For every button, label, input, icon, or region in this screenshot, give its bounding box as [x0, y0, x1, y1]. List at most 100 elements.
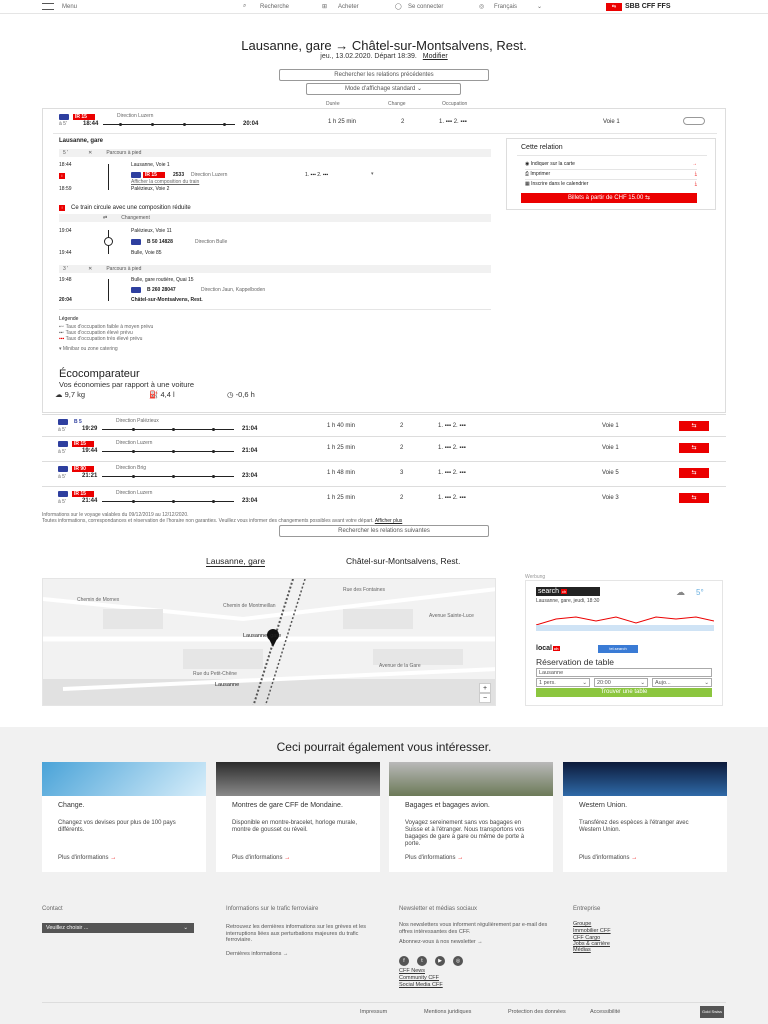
zoom-in-button[interactable]: +	[479, 683, 491, 693]
show-on-map-link[interactable]: ◉ Indiquer sur la carte →	[525, 161, 697, 167]
zoom-out-button[interactable]: −	[479, 693, 491, 703]
composition-notice: Ce train circule avec une composition ré…	[71, 205, 191, 211]
timeline-dot	[172, 450, 175, 453]
accessibility-link[interactable]: Accessibilité	[590, 1009, 620, 1016]
leg3-dep-time: 19:48	[59, 277, 72, 283]
traffic-text: Retrouvez les dernières informations sur…	[226, 924, 367, 943]
chevron-down-icon[interactable]: ▾	[371, 171, 374, 177]
more-info-link[interactable]: Plus d'informations →	[232, 855, 290, 861]
duration: 1 h 40 min	[327, 423, 356, 429]
modify-link[interactable]: Modifier	[423, 53, 448, 60]
top-navigation: Menu ⌕ Recherche ⊞ Acheter ◯ Se connecte…	[0, 0, 768, 14]
teaser-desc: Voyagez sereinement sans vos bagages en …	[405, 820, 525, 847]
arrow-right-icon: →	[110, 855, 117, 861]
login-link[interactable]: Se connecter	[408, 4, 443, 10]
local-logo: local ch	[536, 645, 560, 652]
connection-row[interactable]: IR 90 Direction Brig à 5' 21:21 23:04 1 h 48 …	[42, 461, 726, 485]
local-badge: ch	[552, 646, 560, 651]
group-link[interactable]: Groupe	[573, 921, 591, 927]
date-select[interactable]: Aujo... ⌄	[652, 678, 712, 687]
hour-value: 20:00	[597, 680, 611, 686]
teaser-card[interactable]: Montres de gare CFF de Mondaine. Disponib…	[216, 762, 380, 872]
changes: 2	[400, 423, 404, 429]
legend-title: Légende	[59, 316, 79, 322]
persons-select[interactable]: 1 pers. ⌄	[536, 678, 590, 687]
more-info-link[interactable]: Plus d'informations →	[579, 855, 637, 861]
news-link[interactable]: CFF News	[399, 968, 425, 974]
show-more-link[interactable]: Afficher plus	[375, 518, 402, 524]
occupancy: 1. ▪▪▪ 2. ▪▪▪	[439, 119, 467, 125]
newsletter-text: Nos newsletters vous informent régulière…	[399, 922, 548, 935]
ch-badge: ch	[560, 589, 568, 594]
cart-icon: ⊞	[322, 4, 328, 10]
teaser-card[interactable]: Bagages et bagages avion. Voyagez sereine…	[389, 762, 553, 872]
map[interactable]: Lausanne, gare Lausanne Chemin de Mornex…	[42, 578, 496, 706]
leg1-occupancy: 1. ▪▪▪ 2. ▪▪▪	[305, 172, 329, 178]
ticket-button[interactable]: ⇆	[679, 493, 709, 503]
ticket-button[interactable]: ⇆	[679, 421, 709, 431]
connection-row[interactable]: IR 15 Direction Luzern à 5' 21:44 23:04 1 h 2…	[42, 486, 726, 510]
teaser-card[interactable]: Western Union. Transférez des espèces à l…	[563, 762, 727, 872]
buy-link[interactable]: Acheter	[338, 4, 359, 10]
departure-time: 19:44	[82, 448, 98, 454]
twitter-icon[interactable]: t	[417, 956, 427, 966]
connection-row[interactable]: IR 15 Direction Luzern à 5' 19:44 21:04 1 h 2…	[42, 436, 726, 460]
co2-value: ☁ 9,7 kg	[55, 390, 85, 399]
hour-select[interactable]: 20:00 ⌄	[594, 678, 648, 687]
newsletter-link[interactable]: Abonnez-vous à nos newsletter →	[399, 939, 489, 946]
more-info-link[interactable]: Plus d'informations →	[58, 855, 116, 861]
previous-connections-button[interactable]: Rechercher les relations précédentes	[279, 69, 489, 81]
bus-icon	[131, 239, 141, 245]
walk-abbr: à 5'	[59, 121, 67, 127]
eco-title: Écocomparateur	[59, 368, 140, 380]
social-media-link[interactable]: Social Media CFF	[399, 982, 443, 988]
contact-select[interactable]: Veuillez choisir ... ⌄	[42, 923, 194, 933]
impressum-link[interactable]: Impressum	[360, 1009, 387, 1016]
teaser-desc: Changez vos devises pour plus de 100 pay…	[58, 820, 176, 833]
traffic-heading: Informations sur le trafic ferroviaire	[226, 906, 319, 912]
train-badge: B 5	[74, 419, 82, 425]
display-mode-select[interactable]: Mode d'affichage standard ⌄	[306, 83, 461, 95]
fuel-icon: ⛽	[149, 390, 161, 399]
tickets-button[interactable]: Billets à partir de CHF 15.00 ⇆	[521, 193, 697, 203]
media-link[interactable]: Médias	[573, 947, 591, 953]
more-info-label: Plus d'informations	[58, 855, 109, 861]
ticket-button[interactable]: ⇆	[679, 468, 709, 478]
youtube-icon[interactable]: ▶	[435, 956, 445, 966]
next-connections-button[interactable]: Rechercher les relations suivantes	[279, 525, 489, 537]
traffic-link[interactable]: Dernières informations →	[226, 951, 288, 958]
traffic-link-label: Dernières informations	[226, 951, 282, 957]
company-heading: Entreprise	[573, 906, 601, 912]
language-select[interactable]: Français	[494, 4, 517, 10]
origin-station: Lausanne, gare	[59, 138, 104, 144]
arrow-right-icon: →	[692, 161, 697, 167]
connection-row[interactable]: B 5 Direction Palézieux à 5' 19:29 21:04 1 h …	[42, 414, 726, 438]
composition-link[interactable]: Afficher la composition du train	[131, 179, 199, 185]
real-estate-link[interactable]: Immobilier CFF	[573, 928, 611, 934]
occupancy: 1. ▪▪▪ 2. ▪▪▪	[438, 423, 466, 429]
direction: Direction Luzern	[116, 440, 153, 446]
instagram-icon[interactable]: ◎	[453, 956, 463, 966]
column-changes: Change	[388, 101, 406, 107]
timeline-dot	[212, 450, 215, 453]
print-link[interactable]: ⎙ Imprimer ⤓	[525, 171, 697, 177]
legal-link[interactable]: Mentions juridiques	[424, 1009, 471, 1016]
teaser-card[interactable]: Change. Changez vos devises pour plus de …	[42, 762, 206, 872]
facebook-icon[interactable]: f	[399, 956, 409, 966]
menu-link[interactable]: Menu	[62, 4, 77, 10]
location-input[interactable]: Lausanne	[536, 668, 712, 677]
ticket-button[interactable]: ⇆	[679, 443, 709, 453]
more-info-link[interactable]: Plus d'informations →	[405, 855, 463, 861]
info-disclaimer: Toutes informations, correspondances et …	[42, 518, 402, 524]
arrow-right-icon: →	[284, 855, 291, 861]
temperature: 5°	[696, 588, 704, 597]
collapse-button[interactable]	[683, 117, 705, 125]
community-link[interactable]: Community CFF	[399, 975, 439, 981]
train-badge: IR 15	[72, 441, 94, 447]
search-link[interactable]: Recherche	[260, 4, 289, 10]
privacy-link[interactable]: Protection des données	[508, 1009, 566, 1016]
find-table-button[interactable]: Trouver une table	[536, 688, 712, 697]
calendar-link[interactable]: ▦ Inscrire dans le calendrier ⤓	[525, 181, 697, 187]
arrow-right-icon: →	[477, 939, 483, 945]
menu-icon[interactable]	[42, 3, 54, 10]
